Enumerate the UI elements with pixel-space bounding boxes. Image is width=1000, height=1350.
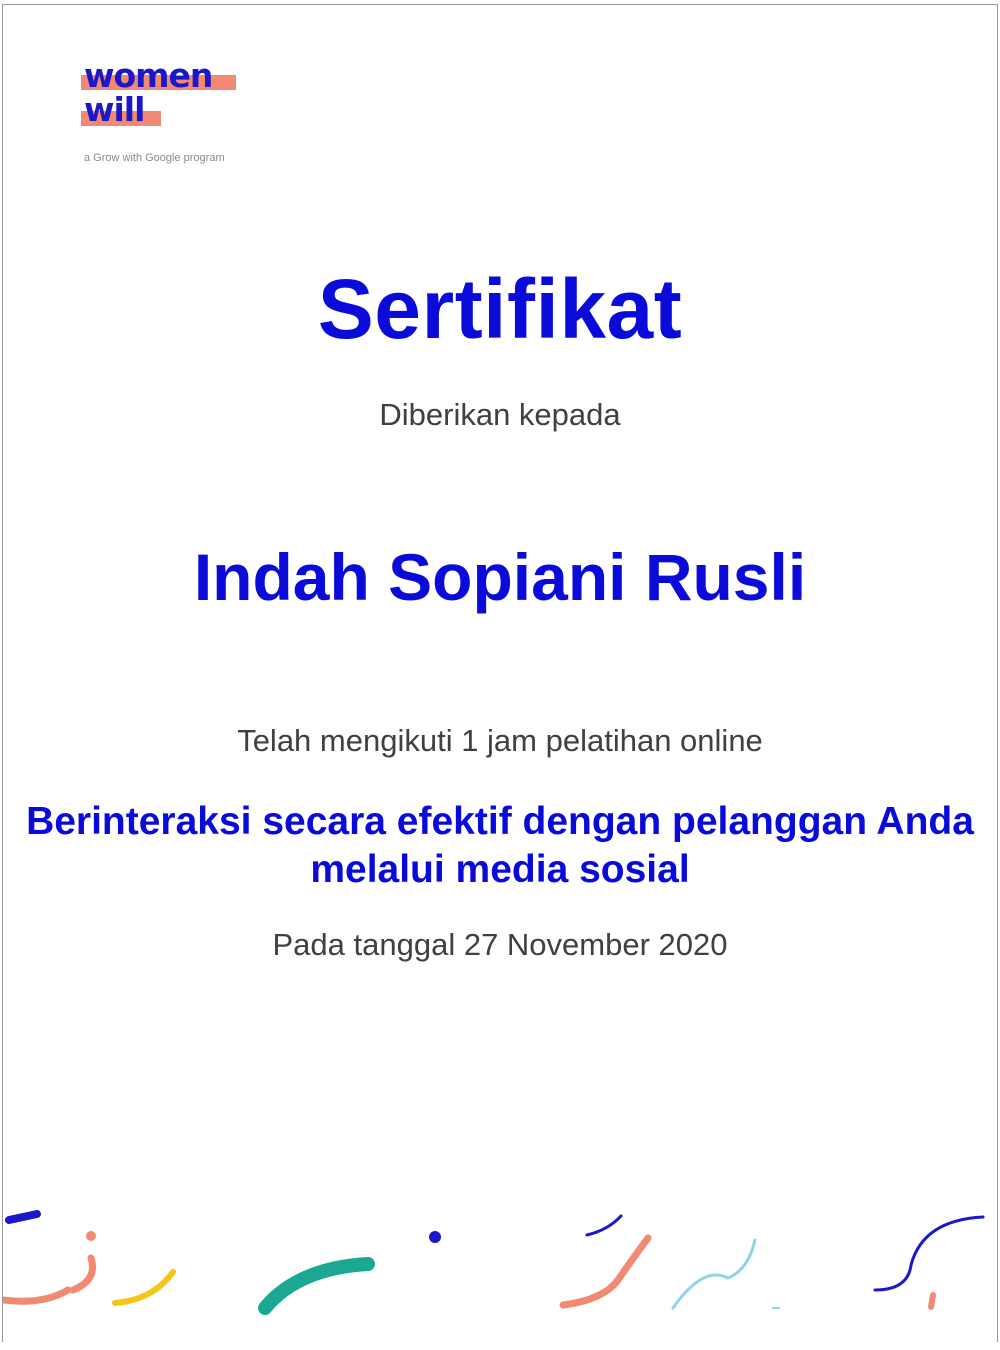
certificate-page: women will a Grow with Google program Se…	[2, 4, 998, 1342]
completion-date: Pada tanggal 27 November 2020	[272, 927, 728, 962]
squiggle-navy-curve	[873, 1215, 985, 1292]
completion-statement: Telah mengikuti 1 jam pelatihan online	[237, 723, 763, 758]
decorative-squiggles	[3, 1210, 985, 1315]
given-to-label: Diberikan kepada	[379, 397, 621, 432]
logo-word-women: women	[84, 56, 213, 95]
squiggle-lightblue	[671, 1238, 757, 1310]
squiggle-coral-tick	[928, 1292, 936, 1310]
women-will-logo: women will a Grow with Google program	[81, 59, 251, 169]
recipient-name: Indah Sopiani Rusli	[193, 540, 807, 614]
squiggle-coral-left	[3, 1286, 72, 1305]
squiggle-coral-dot	[86, 1231, 96, 1241]
squiggle-yellow	[112, 1269, 176, 1306]
course-title-line-2: melalui media sosial	[310, 848, 690, 891]
certificate-title: Sertifikat	[317, 262, 683, 356]
squiggle-teal-arc	[258, 1257, 375, 1315]
logo-word-will: will	[84, 90, 145, 129]
course-title: Berinteraksi secara efektif dengan pelan…	[3, 798, 997, 894]
course-title-line-1: Berinteraksi secara efektif dengan pelan…	[26, 800, 974, 843]
squiggle-blue-line	[585, 1214, 623, 1237]
squiggle-coral-s	[559, 1234, 652, 1309]
squiggle-coral-hook	[69, 1254, 96, 1294]
squiggle-blue-dash	[5, 1210, 41, 1224]
logo-tagline: a Grow with Google program	[84, 152, 225, 164]
squiggle-blue-dot	[429, 1231, 441, 1243]
